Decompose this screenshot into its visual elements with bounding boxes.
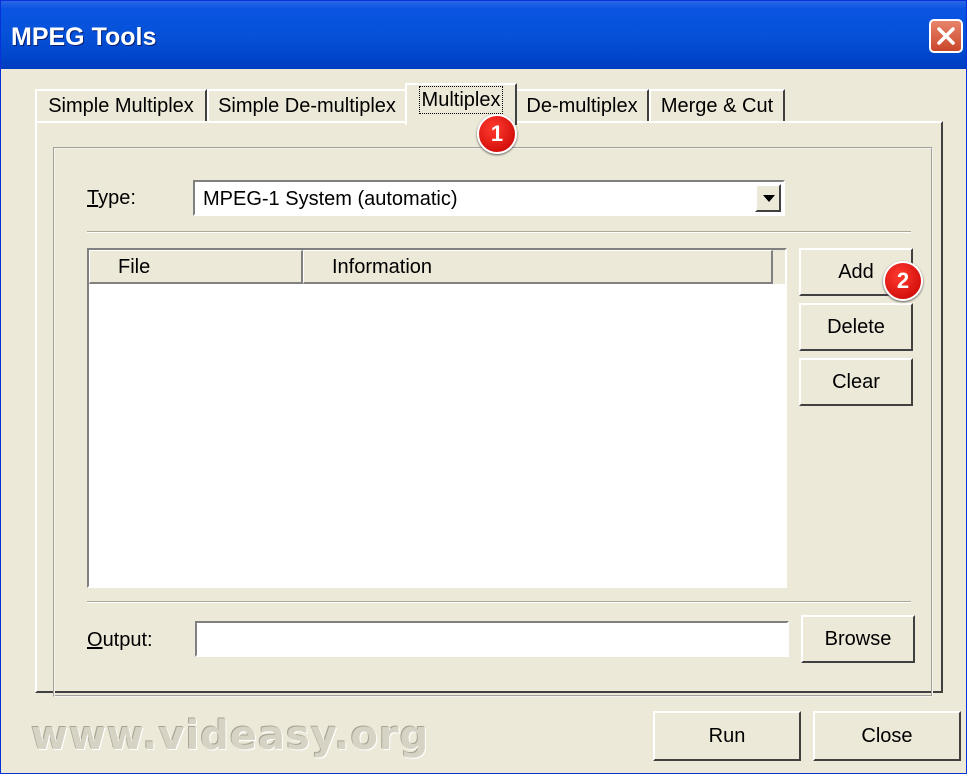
close-x-icon [937,27,955,45]
output-label: Output: [87,629,153,651]
close-button[interactable]: Close [813,711,961,761]
dropdown-arrow-icon [763,195,775,202]
tab-simple-demultiplex[interactable]: Simple De-multiplex [207,89,407,123]
annotation-marker-2: 2 [883,261,923,301]
column-header-information[interactable]: Information [303,250,773,284]
watermark: www.videasy.org [31,713,430,759]
file-list-header: File Information [89,250,785,284]
tab-merge-cut[interactable]: Merge & Cut [649,89,785,123]
file-list[interactable]: File Information [87,248,787,588]
annotation-marker-1: 1 [477,114,517,154]
window-title: MPEG Tools [11,23,157,51]
type-dropdown[interactable]: MPEG-1 System (automatic) [193,180,785,216]
tab-simple-multiplex[interactable]: Simple Multiplex [35,89,207,123]
window-close-button[interactable] [929,19,963,53]
tab-label: De-multiplex [526,95,638,117]
separator-top [87,231,911,233]
title-bar[interactable]: MPEG Tools [1,1,966,69]
separator-bottom [87,601,911,603]
browse-button[interactable]: Browse [801,615,915,663]
type-dropdown-value: MPEG-1 System (automatic) [203,188,458,210]
column-header-file[interactable]: File [89,250,303,284]
run-button[interactable]: Run [653,711,801,761]
clear-button[interactable]: Clear [799,358,913,406]
tab-label: Simple De-multiplex [218,95,396,117]
dropdown-button[interactable] [755,184,781,212]
tab-label: Simple Multiplex [48,95,194,117]
type-label: Type: [87,187,136,209]
mpeg-tools-window: MPEG Tools Simple Multiplex Simple De-mu… [0,0,967,774]
delete-button[interactable]: Delete [799,303,913,351]
output-field[interactable] [195,621,789,657]
tab-label: Multiplex [418,86,504,114]
tab-label: Merge & Cut [660,95,774,117]
tab-demultiplex[interactable]: De-multiplex [515,89,649,123]
